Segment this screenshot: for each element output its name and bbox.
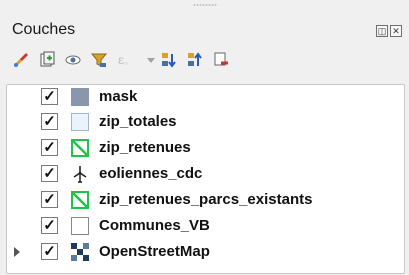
layer-row-zip-retenues-parcs-existants[interactable]: ✓ zip_retenues_parcs_existants bbox=[7, 188, 404, 212]
layer-row-zip-totales[interactable]: ✓ zip_totales bbox=[7, 110, 404, 134]
layer-visibility-checkbox[interactable]: ✓ bbox=[41, 139, 58, 156]
layer-row-eoliennes-cdc[interactable]: ✓ eoliennes_cdc bbox=[7, 162, 404, 186]
layer-row-communes-vb[interactable]: ✓ Communes_VB bbox=[7, 214, 404, 238]
dropdown-arrow-icon[interactable] bbox=[142, 51, 155, 69]
layer-name: eoliennes_cdc bbox=[99, 165, 203, 182]
layer-tree[interactable]: ✓ mask ✓ zip_totales ✓ zip_retenues ✓ eo… bbox=[6, 84, 405, 274]
fill-symbol-icon bbox=[71, 113, 89, 131]
layer-visibility-checkbox[interactable]: ✓ bbox=[41, 113, 58, 130]
close-icon[interactable]: ✕ bbox=[390, 25, 402, 37]
layer-name: zip_retenues_parcs_existants bbox=[99, 191, 313, 208]
layer-visibility-checkbox[interactable]: ✓ bbox=[41, 165, 58, 182]
panel-title-bar: Couches ◫ ✕ bbox=[0, 16, 409, 46]
layers-toolbar: ε ▫ bbox=[12, 49, 238, 71]
layer-row-openstreetmap[interactable]: ✓ OpenStreetMap bbox=[7, 240, 404, 264]
filter-icon[interactable] bbox=[90, 51, 108, 69]
layer-row-zip-retenues[interactable]: ✓ zip_retenues bbox=[7, 136, 404, 160]
layer-visibility-checkbox[interactable]: ✓ bbox=[41, 217, 58, 234]
layer-visibility-checkbox[interactable]: ✓ bbox=[41, 243, 58, 260]
layer-row-mask[interactable]: ✓ mask bbox=[7, 85, 404, 109]
svg-text:▫: ▫ bbox=[125, 59, 128, 68]
expand-all-icon[interactable] bbox=[160, 51, 178, 69]
raster-tiles-icon bbox=[71, 243, 89, 261]
hatch-symbol-icon bbox=[71, 191, 89, 209]
wind-turbine-icon bbox=[71, 165, 89, 183]
layer-visibility-checkbox[interactable]: ✓ bbox=[41, 191, 58, 208]
panel-title: Couches bbox=[12, 21, 76, 38]
collapse-all-icon[interactable] bbox=[186, 51, 204, 69]
layer-name: mask bbox=[99, 88, 138, 105]
expression-filter-icon[interactable]: ε ▫ bbox=[116, 51, 134, 69]
expand-arrow-icon[interactable] bbox=[14, 247, 20, 257]
float-icon[interactable]: ◫ bbox=[376, 25, 388, 37]
layer-name: zip_retenues bbox=[99, 139, 191, 156]
style-brush-icon[interactable] bbox=[12, 51, 30, 69]
eye-visibility-icon[interactable] bbox=[64, 51, 82, 69]
hatch-symbol-icon bbox=[71, 139, 89, 157]
layer-name: zip_totales bbox=[99, 113, 177, 130]
remove-layer-icon[interactable] bbox=[212, 51, 230, 69]
fill-symbol-icon bbox=[71, 217, 89, 235]
layer-name: Communes_VB bbox=[99, 217, 210, 234]
dock-grip-handle[interactable] bbox=[193, 4, 217, 6]
layer-name: OpenStreetMap bbox=[99, 243, 210, 260]
fill-symbol-icon bbox=[71, 88, 89, 106]
svg-text:ε: ε bbox=[118, 53, 124, 67]
layer-visibility-checkbox[interactable]: ✓ bbox=[41, 88, 58, 105]
add-group-icon[interactable] bbox=[38, 51, 56, 69]
